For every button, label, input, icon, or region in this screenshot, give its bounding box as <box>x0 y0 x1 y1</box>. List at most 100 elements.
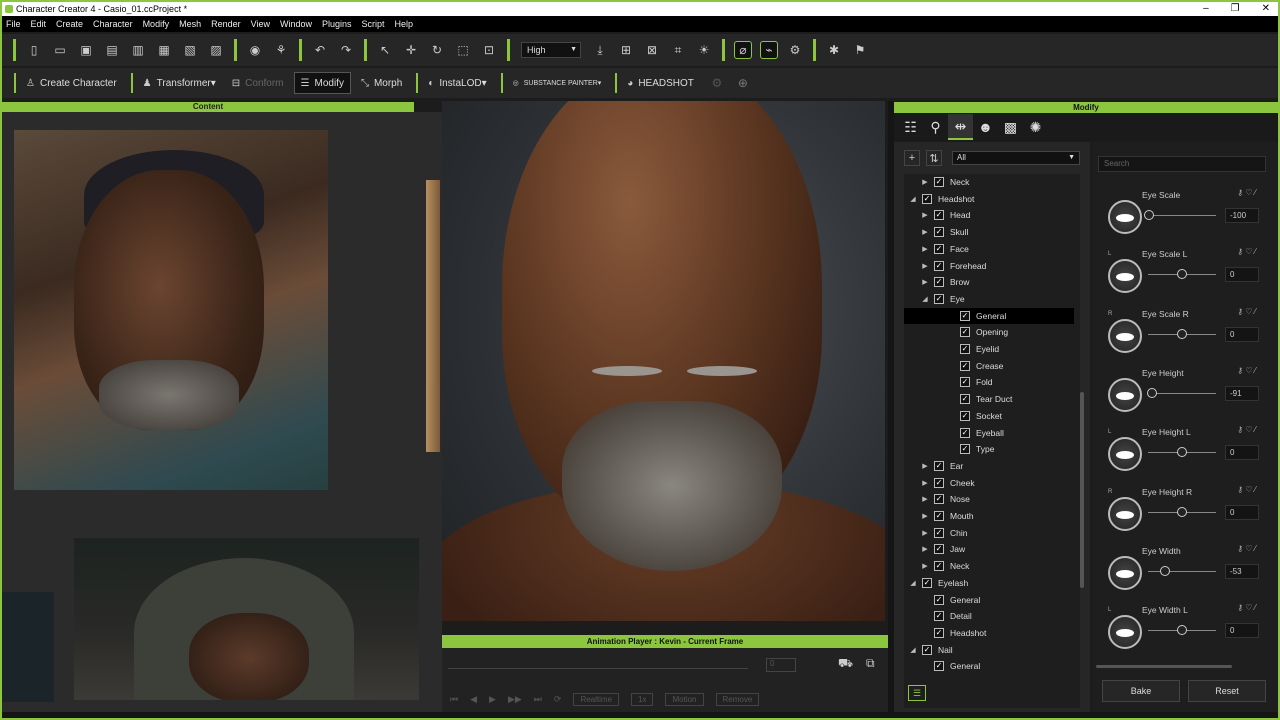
wireframe-icon[interactable]: ⌀ <box>734 41 752 59</box>
headshot-button[interactable]: ◕ HEADSHOT <box>621 72 700 94</box>
tree-item[interactable]: ✓ Opening <box>904 324 1074 340</box>
lock-heart-icon[interactable]: ⚷ ♡ ⁄ <box>1237 485 1256 494</box>
sort-icon[interactable]: ⇅ <box>926 150 942 166</box>
rotate-icon[interactable]: ↻ <box>428 41 446 59</box>
menu-edit[interactable]: Edit <box>31 19 47 29</box>
tab-attributes[interactable]: ☷ <box>898 114 923 140</box>
realtime-dropdown[interactable]: Realtime <box>573 693 620 706</box>
expand-arrow-icon[interactable]: ▶ <box>920 278 930 286</box>
tree-item[interactable]: ✓ Fold <box>904 374 1074 390</box>
menu-modify[interactable]: Modify <box>143 19 170 29</box>
tree-checkbox[interactable]: ✓ <box>934 243 944 254</box>
tree-item[interactable]: ✓ Socket <box>904 408 1074 424</box>
tab-morph[interactable]: ⇹ <box>948 114 973 140</box>
slider-thumb[interactable] <box>1177 328 1187 339</box>
slider-value-input[interactable]: 0 <box>1225 267 1259 283</box>
tree-scrollbar[interactable] <box>1080 392 1084 588</box>
lock-heart-icon[interactable]: ⚷ ♡ ⁄ <box>1237 307 1256 316</box>
slider-value-input[interactable]: 0 <box>1225 504 1259 520</box>
timeline-track[interactable] <box>448 668 748 669</box>
modify-button[interactable]: ☰ Modify <box>293 72 351 94</box>
slider-track[interactable] <box>1148 215 1216 216</box>
transformer-button[interactable]: ♟ Transformer ▾ <box>137 72 222 94</box>
tree-item[interactable]: ▶ ✓ Neck <box>904 174 1074 190</box>
eye-dial-icon[interactable] <box>1108 555 1142 590</box>
close-button[interactable]: ✕ <box>1262 2 1270 16</box>
lock-heart-icon[interactable]: ⚷ ♡ ⁄ <box>1237 247 1256 256</box>
tree-item[interactable]: ▶ ✓ Ear <box>904 458 1074 474</box>
tree-checkbox[interactable]: ✓ <box>934 260 944 271</box>
tree-item[interactable]: ▶ ✓ Mouth <box>904 508 1074 524</box>
expand-arrow-icon[interactable]: ▶ <box>920 529 930 537</box>
eye-dial-icon[interactable] <box>1108 437 1142 472</box>
physics-icon[interactable]: ⚙ <box>786 41 804 59</box>
menu-file[interactable]: File <box>6 19 21 29</box>
tree-checkbox[interactable]: ✓ <box>922 644 932 655</box>
tab-head[interactable]: ☻ <box>973 114 998 140</box>
new-file-icon[interactable]: ▯ <box>25 41 43 59</box>
animation-window-icon[interactable]: ⧉ <box>866 656 875 671</box>
download-icon[interactable]: ⤓ <box>591 41 609 59</box>
expand-arrow-icon[interactable]: ▶ <box>920 262 930 270</box>
expand-arrow-icon[interactable]: ▶ <box>920 245 930 253</box>
tree-item[interactable]: ▶ ✓ Forehead <box>904 258 1074 274</box>
tree-checkbox[interactable]: ✓ <box>960 327 970 338</box>
undo-icon[interactable]: ↶ <box>311 41 329 59</box>
expand-arrow-icon[interactable]: ▶ <box>920 512 930 520</box>
slider-hscrollbar[interactable] <box>1096 665 1232 668</box>
tree-item[interactable]: ✓ Eyeball <box>904 425 1074 441</box>
tree-item[interactable]: ✓ General <box>904 592 1074 608</box>
tree-options-icon[interactable]: ☰ <box>908 685 926 701</box>
slider-thumb[interactable] <box>1144 210 1154 220</box>
skip-start-icon[interactable]: ⏮ <box>450 694 458 705</box>
flag-icon[interactable]: ⚑ <box>851 41 869 59</box>
bake-button[interactable]: Bake <box>1102 680 1180 702</box>
menu-window[interactable]: Window <box>280 19 312 29</box>
minimize-button[interactable]: – <box>1203 2 1209 16</box>
tree-checkbox[interactable]: ✓ <box>934 460 944 471</box>
menu-create[interactable]: Create <box>56 19 83 29</box>
move-icon[interactable]: ✛ <box>402 41 420 59</box>
slider-value-input[interactable]: 0 <box>1225 445 1259 461</box>
menu-render[interactable]: Render <box>211 19 241 29</box>
open-folder-icon[interactable]: ▭ <box>51 41 69 59</box>
obj-icon[interactable]: ▦ <box>155 41 173 59</box>
expand-arrow-icon[interactable]: ▶ <box>920 562 930 570</box>
tree-item[interactable]: ✓ Type <box>904 441 1074 457</box>
tree-checkbox[interactable]: ✓ <box>934 594 944 605</box>
expand-arrow-icon[interactable]: ▶ <box>920 479 930 487</box>
prev-frame-icon[interactable]: ◀ <box>470 694 477 705</box>
slider-thumb[interactable] <box>1177 625 1187 636</box>
sculpt-mode-icon[interactable]: ⌁ <box>760 41 778 59</box>
eye-dial-icon[interactable] <box>1108 377 1142 412</box>
redo-icon[interactable]: ↷ <box>337 41 355 59</box>
tree-item[interactable]: ▶ ✓ Brow <box>904 274 1074 290</box>
tree-item[interactable]: ✓ Detail <box>904 608 1074 624</box>
tree-checkbox[interactable]: ✓ <box>934 210 944 221</box>
slider-thumb[interactable] <box>1177 506 1187 517</box>
slider-value-input[interactable]: -100 <box>1225 208 1259 223</box>
tree-item[interactable]: ◢ ✓ Nail <box>904 642 1074 658</box>
create-character-button[interactable]: ♙ Create Character <box>20 72 123 94</box>
expand-arrow-icon[interactable]: ▶ <box>920 178 930 186</box>
tab-physics[interactable]: ✺ <box>1023 114 1048 140</box>
tree-checkbox[interactable]: ✓ <box>960 394 970 405</box>
tree-item[interactable]: ✓ Eyelid <box>904 341 1074 357</box>
settings-icon[interactable]: ✱ <box>825 41 843 59</box>
frame-icon[interactable]: ⊞ <box>617 41 635 59</box>
tree-item[interactable]: ✓ General <box>904 307 1074 324</box>
skip-end-icon[interactable]: ⏭ <box>534 694 542 705</box>
fbx-icon[interactable]: ▧ <box>181 41 199 59</box>
tree-checkbox[interactable]: ✓ <box>934 544 944 555</box>
menu-view[interactable]: View <box>251 19 270 29</box>
slider-thumb[interactable] <box>1147 387 1158 398</box>
tree-checkbox[interactable]: ✓ <box>960 377 970 388</box>
tree-item[interactable]: ▶ ✓ Cheek <box>904 475 1074 491</box>
tree-item[interactable]: ▶ ✓ Skull <box>904 224 1074 240</box>
slider-value-input[interactable]: 0 <box>1225 623 1259 639</box>
tree-item[interactable]: ▶ ✓ Chin <box>904 525 1074 541</box>
menu-character[interactable]: Character <box>93 19 133 29</box>
lock-heart-icon[interactable]: ⚷ ♡ ⁄ <box>1237 544 1256 553</box>
save-icon[interactable]: ▣ <box>77 41 95 59</box>
expand-arrow-icon[interactable]: ▶ <box>920 495 930 503</box>
